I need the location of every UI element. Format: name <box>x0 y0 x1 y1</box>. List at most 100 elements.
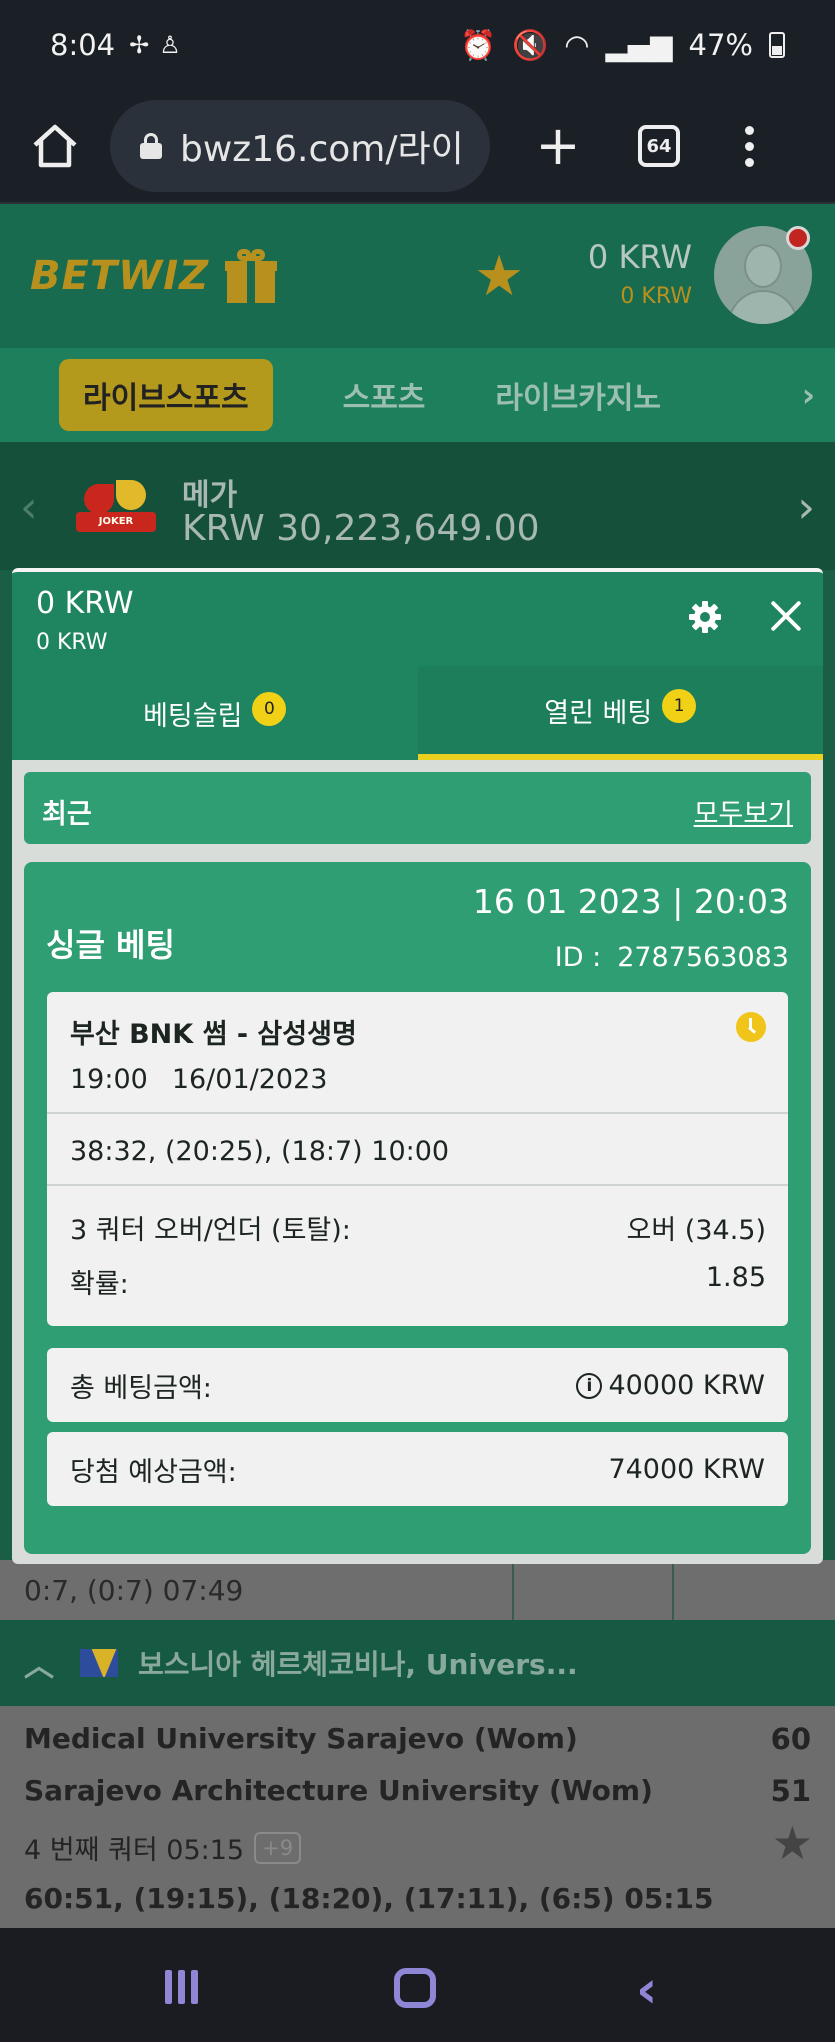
favorite-star-icon[interactable]: ★ <box>772 1816 813 1870</box>
url-text: bwz16.com/라이 <box>180 129 464 170</box>
league-name: 보스니아 헤르체코비나, Univers... <box>138 1648 578 1681</box>
team-home: Medical University Sarajevo (Wom) <box>24 1722 578 1755</box>
betslip-balance-main: 0 KRW <box>36 586 134 621</box>
score-home: 60 <box>770 1722 811 1756</box>
event-name: 부산 BNK 썸 - 삼성생명 <box>70 1019 357 1050</box>
jackpot-banner: ‹ JOKER 메가 KRW 30,223,649.00 › <box>0 442 835 570</box>
event-details: 부산 BNK 썸 - 삼성생명 19:00 16/01/2023 38:32, (… <box>47 992 788 1326</box>
view-all-link[interactable]: 모두보기 <box>694 792 793 831</box>
background-score-row: 0:7, (0:7) 07:49 <box>0 1560 835 1620</box>
recents-button[interactable] <box>165 1970 198 2004</box>
divider <box>47 1184 788 1186</box>
bet-id-label: ID : <box>554 942 602 973</box>
gear-icon[interactable] <box>688 600 722 634</box>
recent-label: 최근 <box>42 799 92 830</box>
signal-icon: ▂▄▆ <box>605 28 673 62</box>
home-button[interactable] <box>394 1968 436 2008</box>
tab-open-bets-label: 열린 베팅 <box>544 697 653 729</box>
betslip-tabs: 베팅슬립 0 열린 베팅 1 <box>12 666 823 760</box>
battery-icon <box>769 32 785 58</box>
header-balance[interactable]: 0 KRW 0 KRW <box>560 238 692 309</box>
stake-label: 총 베팅금액: <box>70 1372 212 1404</box>
divider <box>47 1112 788 1114</box>
payout-row: 당첨 예상금액: 74000 KRW <box>47 1432 788 1506</box>
betslip-header: 0 KRW 0 KRW <box>12 572 823 666</box>
alarm-icon: ⏰ <box>460 27 497 62</box>
match-quarter: 4 번째 쿼터 05:15 <box>24 1835 245 1866</box>
figure-icon: ♙ <box>159 31 181 59</box>
bet-datetime: 16 01 2023 | 20:03 <box>472 882 789 921</box>
market-selection: 오버 (34.5) <box>626 1215 766 1246</box>
event-start: 19:00 16/01/2023 <box>70 1064 351 1095</box>
wifi-icon: ◠ <box>564 28 590 62</box>
market-label: 3 쿼터 오버/언더 (토탈): <box>70 1215 351 1246</box>
payout-value: 74000 KRW <box>608 1453 765 1485</box>
back-button[interactable]: ‹ <box>636 1960 657 2020</box>
tab-open-bets-count: 1 <box>662 689 697 723</box>
battery-level: 47% <box>688 28 753 62</box>
close-icon[interactable] <box>766 596 806 636</box>
team-away: Sarajevo Architecture University (Wom) <box>24 1774 653 1807</box>
tab-open-bets[interactable]: 열린 베팅 1 <box>417 666 823 760</box>
stake-value: 40000 KRW <box>608 1369 765 1401</box>
bet-id-value: 2787563083 <box>617 942 789 973</box>
score-away: 51 <box>770 1774 811 1808</box>
league-header[interactable]: ︿ 보스니아 헤르체코비나, Univers... <box>0 1620 835 1706</box>
joker-logo-text: JOKER <box>76 512 156 532</box>
odds-row: 확률: 1.85 <box>70 1262 766 1301</box>
site-logo[interactable]: BETWIZ <box>30 253 209 299</box>
betslip-balance-sub: 0 KRW <box>36 630 108 655</box>
tab-sports[interactable]: 스포츠 <box>343 373 426 417</box>
more-markets-badge[interactable]: +9 <box>254 1831 302 1864</box>
bet-card: 싱글 베팅 16 01 2023 | 20:03 ID :2787563083 … <box>24 862 811 1554</box>
bet-type: 싱글 베팅 <box>46 926 175 964</box>
partial-score: 0:7, (0:7) 07:49 <box>24 1574 244 1607</box>
joker-logo: JOKER <box>76 478 156 538</box>
browser-menu-button[interactable] <box>745 125 754 167</box>
match-full-score: 60:51, (19:15), (18:20), (17:11), (6:5) … <box>24 1882 714 1915</box>
tab-betslip-count: 0 <box>252 692 287 726</box>
recent-bar: 최근 모두보기 <box>24 772 811 844</box>
system-nav-bar: ‹ <box>0 1928 835 2042</box>
betslip-modal: 0 KRW 0 KRW 베팅슬립 0 열린 베팅 1 최근 모두보기 싱글 베팅… <box>12 568 823 1564</box>
header-balance-bonus: 0 KRW <box>620 284 692 309</box>
bosnia-flag-icon <box>80 1649 118 1677</box>
gift-icon[interactable] <box>225 249 278 303</box>
tab-live-casino[interactable]: 라이브카지노 <box>495 373 661 417</box>
market-row: 3 쿼터 오버/언더 (토탈): 오버 (34.5) <box>70 1208 766 1247</box>
notification-dot <box>786 226 810 250</box>
status-bar: 8:04 ✢ ♙ ⏰ 🔇 ◠ ▂▄▆ 47% <box>0 0 835 90</box>
event-date: 16/01/2023 <box>171 1064 328 1095</box>
live-score: 38:32, (20:25), (18:7) 10:00 <box>70 1136 450 1167</box>
bet-id: ID : 2787563083 <box>555 942 789 973</box>
chevron-right-icon[interactable]: › <box>797 482 815 533</box>
new-tab-button[interactable]: + <box>528 119 588 173</box>
chevron-up-icon[interactable]: ︿ <box>24 1641 54 1685</box>
chevron-right-icon[interactable]: › <box>802 376 815 414</box>
tab-switcher-button[interactable]: 64 <box>638 125 680 167</box>
address-bar[interactable]: bwz16.com/라이 <box>110 100 490 192</box>
jackpot-amount: KRW 30,223,649.00 <box>182 508 540 549</box>
tab-betslip[interactable]: 베팅슬립 0 <box>12 666 418 760</box>
info-icon[interactable]: i <box>576 1373 603 1399</box>
mute-icon: 🔇 <box>512 27 549 62</box>
odds-value: 1.85 <box>705 1262 766 1293</box>
payout-label: 당첨 예상금액: <box>70 1456 237 1488</box>
status-notification-icons: ✢ ♙ <box>129 31 181 59</box>
favorites-star-icon[interactable]: ★ <box>474 244 524 309</box>
event-time: 19:00 <box>70 1064 148 1095</box>
tab-betslip-label: 베팅슬립 <box>143 700 243 732</box>
lock-icon <box>140 133 162 159</box>
stake-row: 총 베팅금액: i 40000 KRW <box>47 1348 788 1422</box>
match-row[interactable]: Medical University Sarajevo (Wom) 60 Sar… <box>0 1706 835 1928</box>
site-header: BETWIZ ★ 0 KRW 0 KRW <box>0 204 835 348</box>
browser-toolbar: bwz16.com/라이 + 64 <box>0 90 835 204</box>
main-nav: 라이브스포츠 스포츠 라이브카지노 › <box>0 348 835 442</box>
chevron-left-icon[interactable]: ‹ <box>20 482 38 533</box>
pinwheel-icon: ✢ <box>129 31 150 59</box>
header-balance-main: 0 KRW <box>587 238 692 276</box>
home-icon[interactable] <box>0 91 110 201</box>
tab-live-sports[interactable]: 라이브스포츠 <box>59 359 273 431</box>
match-period: 4 번째 쿼터 05:15 +9 <box>24 1828 302 1867</box>
odds-label: 확률: <box>70 1269 129 1300</box>
